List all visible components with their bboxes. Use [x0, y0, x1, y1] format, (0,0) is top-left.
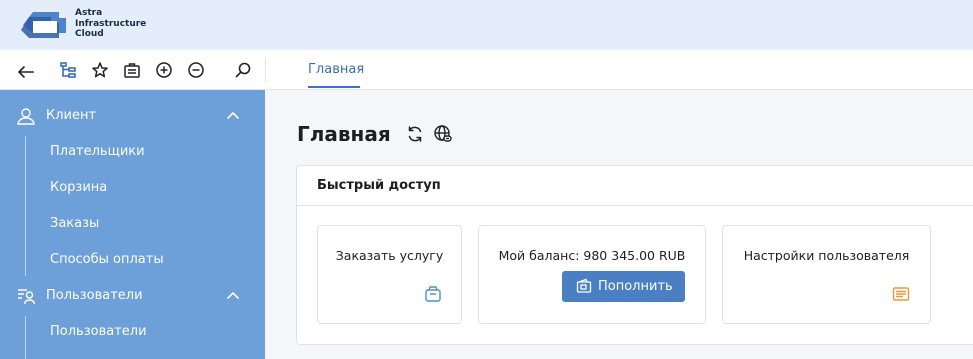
sidebar-item-orders[interactable]: Заказы [50, 206, 250, 242]
search-icon[interactable] [231, 58, 255, 82]
globe-link-icon[interactable] [433, 124, 453, 144]
sidebar: Клиент Плательщики Корзина Заказы Способ… [0, 90, 265, 359]
users-list-icon [18, 289, 36, 305]
sidebar-item-payment-methods[interactable]: Способы оплаты [50, 242, 250, 278]
user-icon [17, 108, 35, 125]
chevron-up-icon[interactable] [225, 288, 241, 304]
tree-structure-icon[interactable] [56, 58, 80, 82]
sidebar-group-label: Пользователи [46, 288, 143, 303]
page-title: Главная [297, 122, 391, 146]
balance-text: Мой баланс: 980 345.00 RUB [498, 248, 686, 263]
plus-circle-icon[interactable] [152, 58, 176, 82]
sidebar-item-users[interactable]: Пользователи [50, 314, 250, 350]
card-balance: Мой баланс: 980 345.00 RUB Пополнить [478, 225, 706, 324]
app-header: Astra Infrastructure Cloud [0, 0, 973, 50]
card-title: Настройки пользователя [743, 248, 910, 263]
sidebar-tree-line [25, 136, 26, 276]
sidebar-group-label: Клиент [46, 108, 97, 123]
sidebar-group-client[interactable]: Клиент [0, 98, 265, 134]
top-up-button-label: Пополнить [598, 279, 673, 294]
brand-line-1: Astra [75, 8, 103, 18]
tab-main[interactable]: Главная [308, 50, 364, 90]
panel-header: Быстрый доступ [297, 166, 973, 206]
card-user-settings[interactable]: Настройки пользователя [722, 225, 931, 324]
refresh-icon[interactable] [405, 124, 425, 144]
sidebar-tree-line [25, 316, 26, 359]
shopping-bag-icon [425, 286, 441, 302]
chevron-up-icon[interactable] [225, 108, 241, 124]
star-icon[interactable] [88, 58, 112, 82]
card-title: Заказать услугу [335, 248, 444, 263]
brand-name: Astra Infrastructure Cloud [75, 8, 146, 40]
settings-list-icon [892, 287, 910, 301]
sidebar-group-users[interactable]: Пользователи [0, 278, 265, 314]
briefcase-icon[interactable] [120, 58, 144, 82]
toolbar-divider [265, 58, 266, 82]
active-tab-indicator [308, 86, 360, 88]
wallet-icon [576, 278, 592, 293]
brand-line-2: Infrastructure [75, 18, 147, 29]
panel-title: Быстрый доступ [317, 178, 441, 193]
card-order-service[interactable]: Заказать услугу [317, 225, 462, 324]
toolbar: Главная [0, 50, 973, 90]
brand-logo [21, 12, 66, 38]
sidebar-item-cart[interactable]: Корзина [50, 170, 250, 206]
brand-line-3: Cloud [75, 29, 104, 39]
back-arrow-icon[interactable] [14, 58, 38, 82]
top-up-button[interactable]: Пополнить [562, 271, 685, 302]
sidebar-item-payers[interactable]: Плательщики [50, 134, 250, 170]
minus-circle-icon[interactable] [184, 58, 208, 82]
